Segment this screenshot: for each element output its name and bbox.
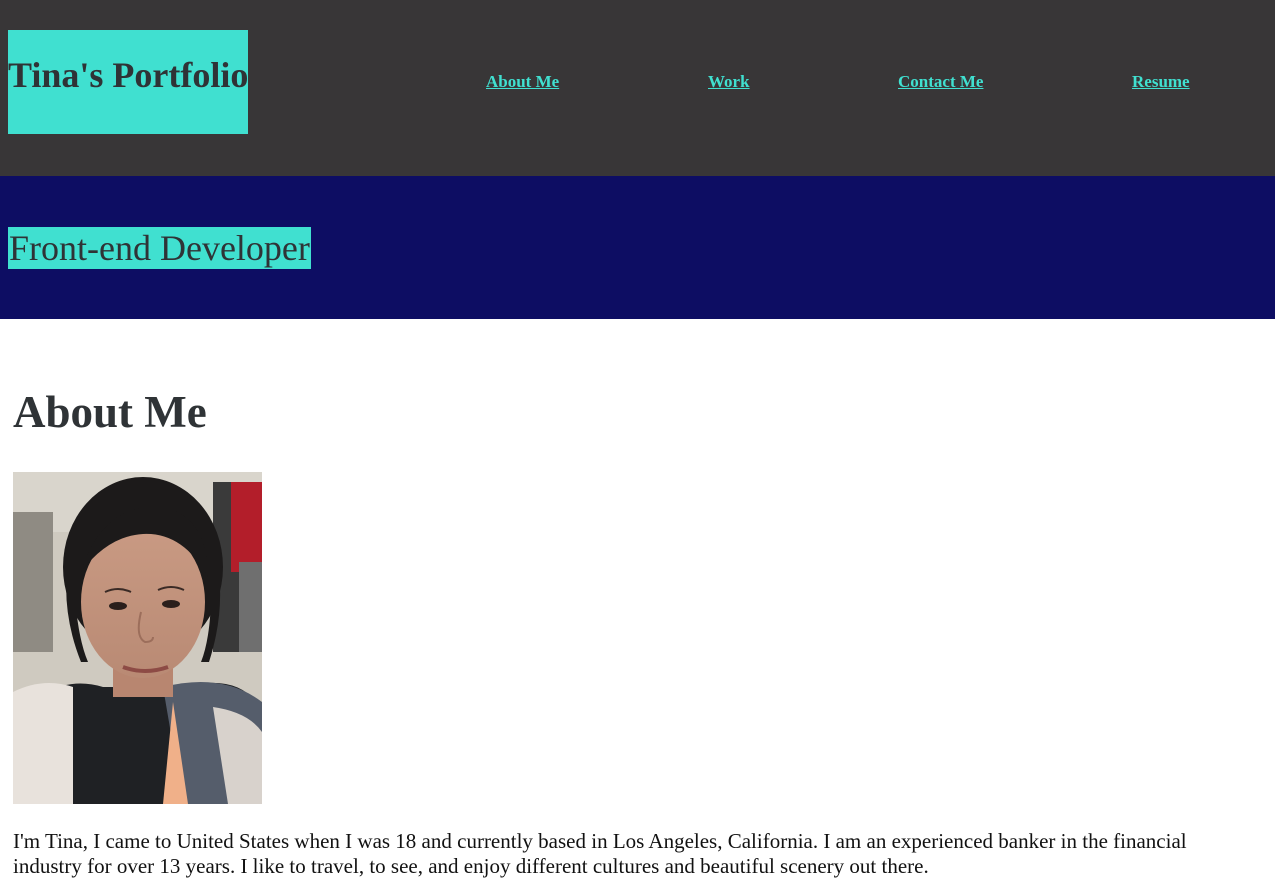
nav-link-work[interactable]: Work — [708, 72, 750, 92]
main-nav: About Me Work Contact Me Resume — [0, 0, 1275, 176]
hero-subtitle: Front-end Developer — [8, 227, 311, 269]
profile-photo-illustration — [13, 472, 262, 804]
nav-link-contact-me[interactable]: Contact Me — [898, 72, 983, 92]
hero-banner: Front-end Developer — [0, 176, 1275, 319]
site-header: Tina's Portfolio About Me Work Contact M… — [0, 0, 1275, 176]
profile-photo — [13, 472, 262, 804]
nav-link-resume[interactable]: Resume — [1132, 72, 1190, 92]
about-me-bio: I'm Tina, I came to United States when I… — [13, 829, 1187, 878]
about-me-heading: About Me — [13, 387, 207, 437]
nav-link-about-me[interactable]: About Me — [486, 72, 559, 92]
